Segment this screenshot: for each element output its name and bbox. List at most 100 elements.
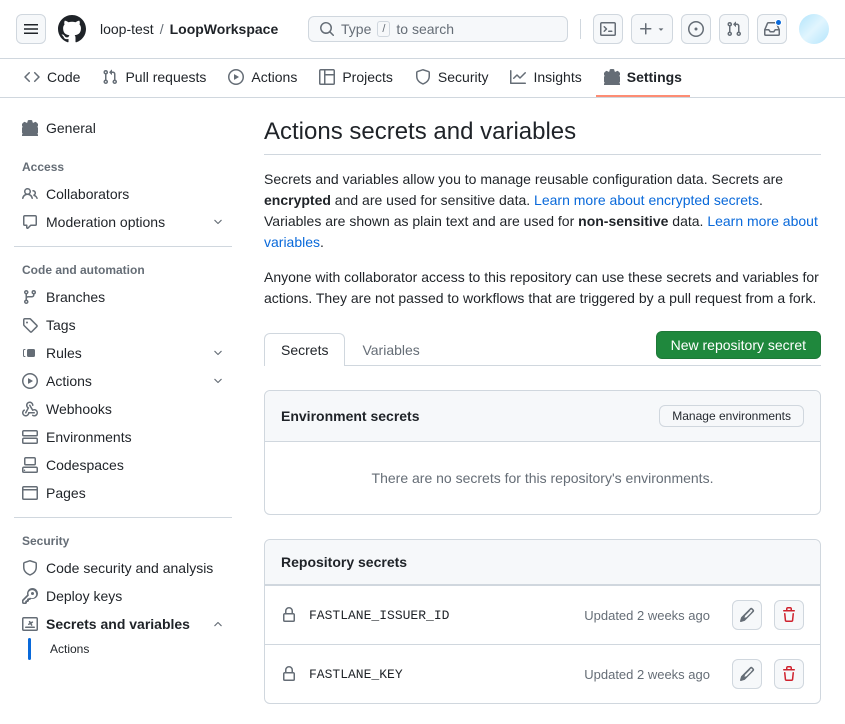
pull-requests-button[interactable] — [719, 14, 749, 44]
tab-variables[interactable]: Variables — [345, 333, 436, 366]
play-icon — [228, 69, 244, 85]
delete-secret-button[interactable] — [774, 600, 804, 630]
user-avatar[interactable] — [799, 14, 829, 44]
lock-icon — [281, 607, 297, 623]
sidebar-moderation[interactable]: Moderation options — [14, 208, 232, 236]
sidebar-divider — [14, 246, 232, 247]
play-icon — [22, 373, 38, 389]
graph-icon — [510, 69, 526, 85]
sidebar-deploy-label: Deploy keys — [46, 588, 122, 604]
sidebar-code-security[interactable]: Code security and analysis — [14, 554, 232, 582]
edit-secret-button[interactable] — [732, 600, 762, 630]
sidebar-heading-access: Access — [14, 154, 232, 180]
search-placeholder-pre: Type — [341, 21, 371, 37]
page-description-1: Secrets and variables allow you to manag… — [264, 169, 821, 253]
environment-secrets-panel: Environment secrets Manage environments … — [264, 390, 821, 515]
nav-pulls[interactable]: Pull requests — [94, 59, 214, 97]
gear-icon — [604, 69, 620, 85]
server-icon — [22, 429, 38, 445]
edit-secret-button[interactable] — [732, 659, 762, 689]
command-palette-button[interactable] — [593, 14, 623, 44]
sidebar-codespaces-label: Codespaces — [46, 457, 124, 473]
panel-header-env: Environment secrets Manage environments — [265, 391, 820, 442]
sidebar-actions[interactable]: Actions — [14, 367, 232, 395]
nav-actions-label: Actions — [251, 69, 297, 85]
hamburger-menu[interactable] — [16, 14, 46, 44]
pr-icon — [102, 69, 118, 85]
issues-button[interactable] — [681, 14, 711, 44]
sidebar-deploy-keys[interactable]: Deploy keys — [14, 582, 232, 610]
notifications-button[interactable] — [757, 14, 787, 44]
sidebar-environments[interactable]: Environments — [14, 423, 232, 451]
page-title: Actions secrets and variables — [264, 118, 821, 155]
secret-row: FASTLANE_ISSUER_IDUpdated 2 weeks ago — [265, 585, 820, 644]
sidebar-general[interactable]: General — [14, 114, 232, 142]
panel-header-repo: Repository secrets — [265, 540, 820, 585]
search-icon — [319, 21, 335, 37]
delete-secret-button[interactable] — [774, 659, 804, 689]
tab-secrets[interactable]: Secrets — [264, 333, 345, 366]
branch-icon — [22, 289, 38, 305]
breadcrumb-owner[interactable]: loop-test — [100, 21, 154, 37]
main-content: Actions secrets and variables Secrets an… — [240, 98, 845, 724]
sidebar-pages-label: Pages — [46, 485, 86, 501]
topbar: loop-test / LoopWorkspace Type / to sear… — [0, 0, 845, 59]
nav-security[interactable]: Security — [407, 59, 497, 97]
repo-nav: Code Pull requests Actions Projects Secu… — [0, 59, 845, 98]
chevron-up-icon — [212, 618, 224, 630]
tag-icon — [22, 317, 38, 333]
sidebar-divider — [14, 517, 232, 518]
sidebar-webhooks[interactable]: Webhooks — [14, 395, 232, 423]
nav-projects[interactable]: Projects — [311, 59, 401, 97]
gear-icon — [22, 120, 38, 136]
sidebar-secrets[interactable]: Secrets and variables — [14, 610, 232, 638]
sidebar-secrets-label: Secrets and variables — [46, 616, 190, 632]
terminal-icon — [600, 21, 616, 37]
asterisk-icon — [22, 616, 38, 632]
search-input[interactable]: Type / to search — [308, 16, 568, 42]
shield-icon — [22, 560, 38, 576]
pr-icon — [726, 21, 742, 37]
hamburger-icon — [23, 21, 39, 37]
sidebar-collaborators[interactable]: Collaborators — [14, 180, 232, 208]
nav-security-label: Security — [438, 69, 489, 85]
create-new-button[interactable] — [631, 14, 673, 44]
nav-code-label: Code — [47, 69, 80, 85]
pencil-icon — [739, 607, 755, 623]
breadcrumb-repo[interactable]: LoopWorkspace — [170, 21, 279, 37]
repository-secrets-panel: Repository secrets FASTLANE_ISSUER_IDUpd… — [264, 539, 821, 704]
topbar-separator — [580, 19, 581, 39]
sidebar-heading-code: Code and automation — [14, 257, 232, 283]
shield-icon — [415, 69, 431, 85]
sidebar-branches[interactable]: Branches — [14, 283, 232, 311]
github-icon — [58, 15, 86, 43]
secret-row: FASTLANE_KEYUpdated 2 weeks ago — [265, 644, 820, 703]
sidebar-webhooks-label: Webhooks — [46, 401, 112, 417]
sidebar-codespaces[interactable]: Codespaces — [14, 451, 232, 479]
sidebar-codesec-label: Code security and analysis — [46, 560, 213, 576]
nav-settings[interactable]: Settings — [596, 59, 690, 97]
secret-updated: Updated 2 weeks ago — [584, 608, 710, 623]
tabs-row: Secrets Variables New repository secret — [264, 331, 821, 366]
nav-insights[interactable]: Insights — [502, 59, 589, 97]
nav-code[interactable]: Code — [16, 59, 88, 97]
trash-icon — [781, 666, 797, 682]
sidebar-environments-label: Environments — [46, 429, 132, 445]
sidebar-secrets-actions[interactable]: Actions — [42, 638, 232, 660]
new-repository-secret-button[interactable]: New repository secret — [656, 331, 821, 359]
github-logo[interactable] — [58, 15, 86, 43]
link-encrypted-secrets[interactable]: Learn more about encrypted secrets — [534, 192, 759, 208]
code-icon — [24, 69, 40, 85]
sidebar-tags[interactable]: Tags — [14, 311, 232, 339]
manage-environments-button[interactable]: Manage environments — [659, 405, 804, 427]
lock-icon — [281, 666, 297, 682]
key-icon — [22, 588, 38, 604]
webhook-icon — [22, 401, 38, 417]
people-icon — [22, 186, 38, 202]
codespaces-icon — [22, 457, 38, 473]
secret-name: FASTLANE_KEY — [309, 667, 572, 682]
env-secrets-title: Environment secrets — [281, 408, 420, 424]
sidebar-pages[interactable]: Pages — [14, 479, 232, 507]
nav-actions[interactable]: Actions — [220, 59, 305, 97]
sidebar-rules[interactable]: Rules — [14, 339, 232, 367]
